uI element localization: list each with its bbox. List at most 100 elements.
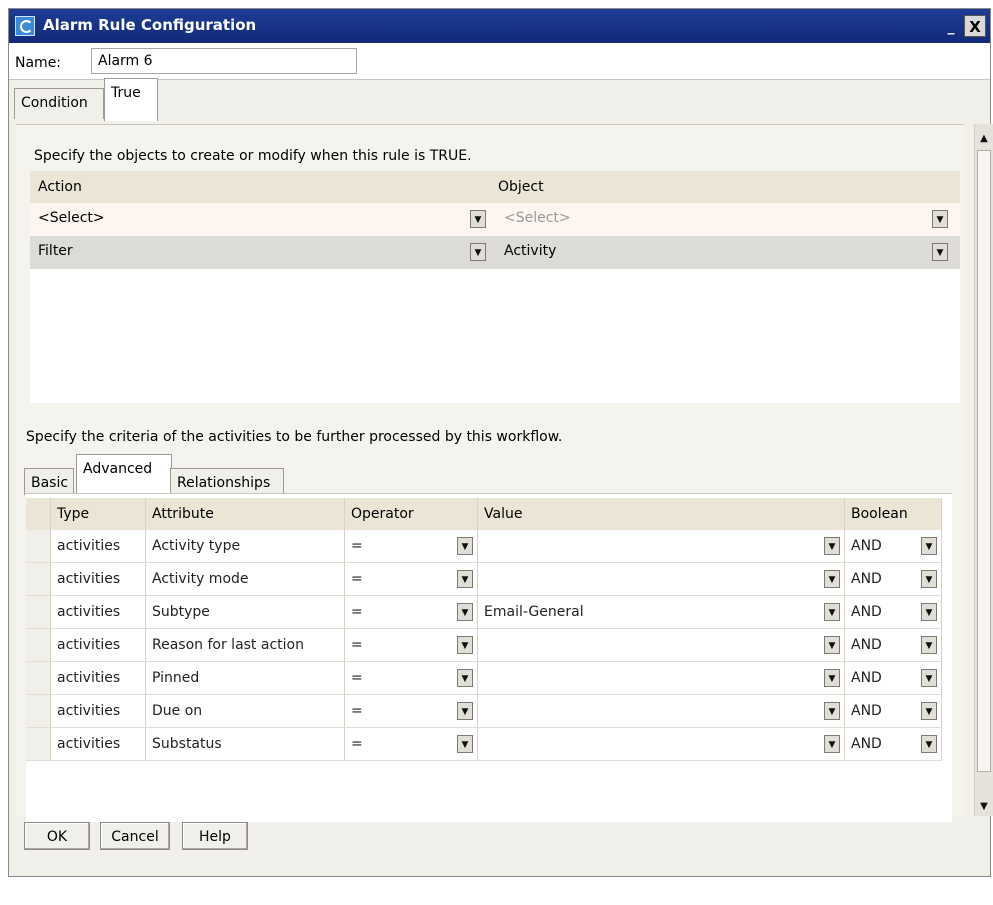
dropdown-arrow-icon[interactable]: ▼ [457, 636, 473, 654]
window-title: Alarm Rule Configuration [43, 16, 257, 34]
type-cell: activities [50, 727, 146, 761]
vertical-scrollbar[interactable]: ▲ ▼ [974, 124, 993, 816]
tab-advanced[interactable]: Advanced [76, 454, 172, 497]
dropdown-arrow-icon[interactable]: ▼ [824, 603, 840, 621]
ok-button[interactable]: OK [24, 822, 90, 850]
operator-cell[interactable]: = ▼ [344, 530, 478, 563]
boolean-cell-text: AND [851, 637, 882, 653]
attribute-column-header: Attribute [145, 498, 345, 530]
dropdown-arrow-icon[interactable]: ▼ [824, 570, 840, 588]
dropdown-arrow-icon[interactable]: ▼ [457, 537, 473, 555]
name-input[interactable] [91, 48, 357, 74]
boolean-cell[interactable]: AND ▼ [844, 727, 942, 761]
tab-relationships-label: Relationships [177, 475, 271, 491]
dropdown-arrow-icon[interactable]: ▼ [824, 537, 840, 555]
dropdown-arrow-icon[interactable]: ▼ [457, 603, 473, 621]
row-selector[interactable] [26, 595, 51, 629]
object-activity-cell[interactable]: Activity [504, 243, 556, 259]
dropdown-arrow-icon[interactable]: ▼ [921, 603, 937, 621]
title-bar: Alarm Rule Configuration _ X [9, 9, 990, 43]
value-column-header: Value [477, 498, 845, 530]
operator-cell[interactable]: = ▼ [344, 727, 478, 761]
tab-advanced-label: Advanced [83, 461, 153, 477]
boolean-cell[interactable]: AND ▼ [844, 661, 942, 695]
boolean-cell[interactable]: AND ▼ [844, 562, 942, 596]
value-cell[interactable]: Email-General ▼ [477, 595, 845, 629]
dropdown-arrow-icon[interactable]: ▼ [457, 669, 473, 687]
tab-condition[interactable]: Condition [14, 88, 104, 119]
criteria-row[interactable]: activities Pinned = ▼ ▼ AND ▼ [26, 661, 942, 695]
object-dropdown-arrow-icon[interactable]: ▼ [932, 243, 948, 261]
criteria-row[interactable]: activities Reason for last action = ▼ ▼ AND ▼ [26, 628, 942, 662]
boolean-cell[interactable]: AND ▼ [844, 694, 942, 728]
object-column-header: Object [498, 179, 544, 195]
dropdown-arrow-icon[interactable]: ▼ [921, 735, 937, 753]
tab-basic[interactable]: Basic [24, 468, 74, 495]
criteria-row[interactable]: activities Substatus = ▼ ▼ AND ▼ [26, 727, 942, 761]
minimize-button[interactable]: _ [942, 14, 960, 36]
action-row-filter[interactable]: Filter ▼ Activity ▼ [30, 236, 960, 269]
boolean-cell-text: AND [851, 604, 882, 620]
tab-true[interactable]: True [104, 78, 158, 121]
operator-cell[interactable]: = ▼ [344, 595, 478, 629]
action-select-cell[interactable]: <Select> [38, 210, 105, 226]
dropdown-arrow-icon[interactable]: ▼ [921, 570, 937, 588]
dropdown-arrow-icon[interactable]: ▼ [921, 702, 937, 720]
operator-cell[interactable]: = ▼ [344, 628, 478, 662]
dropdown-arrow-icon[interactable]: ▼ [921, 669, 937, 687]
app-icon [15, 16, 35, 36]
dropdown-arrow-icon[interactable]: ▼ [824, 735, 840, 753]
value-cell[interactable]: ▼ [477, 694, 845, 728]
value-cell[interactable]: ▼ [477, 628, 845, 662]
row-selector[interactable] [26, 727, 51, 761]
dropdown-arrow-icon[interactable]: ▼ [457, 735, 473, 753]
value-cell[interactable]: ▼ [477, 661, 845, 695]
action-dropdown-arrow-icon[interactable]: ▼ [470, 210, 486, 228]
object-select-cell[interactable]: <Select> [504, 210, 571, 226]
criteria-row[interactable]: activities Activity type = ▼ ▼ AND ▼ [26, 530, 942, 563]
dropdown-arrow-icon[interactable]: ▼ [824, 636, 840, 654]
value-cell[interactable]: ▼ [477, 562, 845, 596]
criteria-instruction: Specify the criteria of the activities t… [26, 429, 563, 445]
row-selector-header [26, 498, 51, 530]
operator-cell[interactable]: = ▼ [344, 694, 478, 728]
row-selector[interactable] [26, 628, 51, 662]
dropdown-arrow-icon[interactable]: ▼ [921, 636, 937, 654]
boolean-cell-text: AND [851, 670, 882, 686]
action-dropdown-arrow-icon[interactable]: ▼ [470, 243, 486, 261]
criteria-row[interactable]: activities Activity mode = ▼ ▼ AND ▼ [26, 562, 942, 596]
boolean-cell[interactable]: AND ▼ [844, 628, 942, 662]
object-dropdown-arrow-icon[interactable]: ▼ [932, 210, 948, 228]
operator-cell[interactable]: = ▼ [344, 661, 478, 695]
tab-basic-label: Basic [31, 475, 69, 491]
dropdown-arrow-icon[interactable]: ▼ [457, 570, 473, 588]
value-cell[interactable]: ▼ [477, 727, 845, 761]
dropdown-arrow-icon[interactable]: ▼ [921, 537, 937, 555]
scroll-thumb[interactable] [977, 150, 991, 772]
attribute-cell-text: Reason for last action [152, 637, 304, 653]
row-selector[interactable] [26, 530, 51, 563]
help-button[interactable]: Help [182, 822, 248, 850]
attribute-cell: Due on [145, 694, 345, 728]
value-cell[interactable]: ▼ [477, 530, 845, 563]
action-filter-cell[interactable]: Filter [38, 243, 73, 259]
close-button[interactable]: X [964, 15, 986, 37]
row-selector[interactable] [26, 694, 51, 728]
row-selector[interactable] [26, 661, 51, 695]
operator-cell[interactable]: = ▼ [344, 562, 478, 596]
boolean-cell-text: AND [851, 538, 882, 554]
dropdown-arrow-icon[interactable]: ▼ [457, 702, 473, 720]
action-row-select[interactable]: <Select> ▼ <Select> ▼ [30, 203, 960, 236]
dropdown-arrow-icon[interactable]: ▼ [824, 669, 840, 687]
criteria-row[interactable]: activities Subtype = ▼ Email-General ▼ AND ▼ [26, 595, 942, 629]
row-selector[interactable] [26, 562, 51, 596]
scroll-up-arrow-icon[interactable]: ▲ [975, 130, 993, 148]
scroll-down-arrow-icon[interactable]: ▼ [975, 798, 993, 816]
cancel-button[interactable]: Cancel [100, 822, 170, 850]
tab-relationships[interactable]: Relationships [170, 468, 284, 495]
criteria-row[interactable]: activities Due on = ▼ ▼ AND ▼ [26, 694, 942, 728]
boolean-cell[interactable]: AND ▼ [844, 530, 942, 563]
boolean-cell[interactable]: AND ▼ [844, 595, 942, 629]
dropdown-arrow-icon[interactable]: ▼ [824, 702, 840, 720]
name-label: Name: [15, 55, 62, 71]
